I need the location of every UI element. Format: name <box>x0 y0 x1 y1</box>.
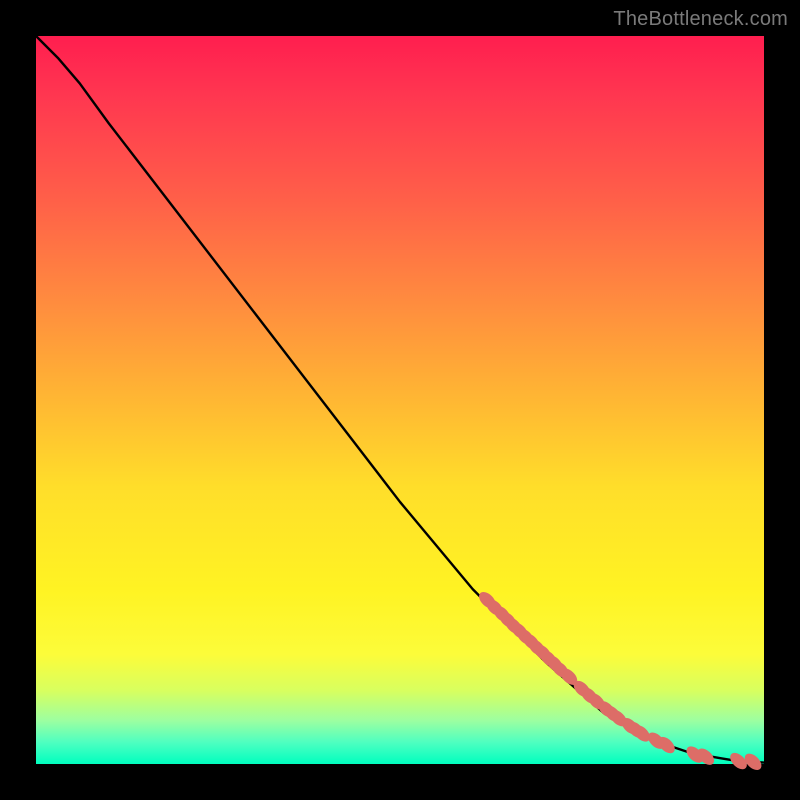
curve-line <box>36 36 764 763</box>
plot-area <box>36 36 764 764</box>
chart-stage: TheBottleneck.com <box>0 0 800 800</box>
marker-group <box>476 589 764 773</box>
chart-svg <box>36 36 764 764</box>
watermark-text: TheBottleneck.com <box>613 8 788 31</box>
